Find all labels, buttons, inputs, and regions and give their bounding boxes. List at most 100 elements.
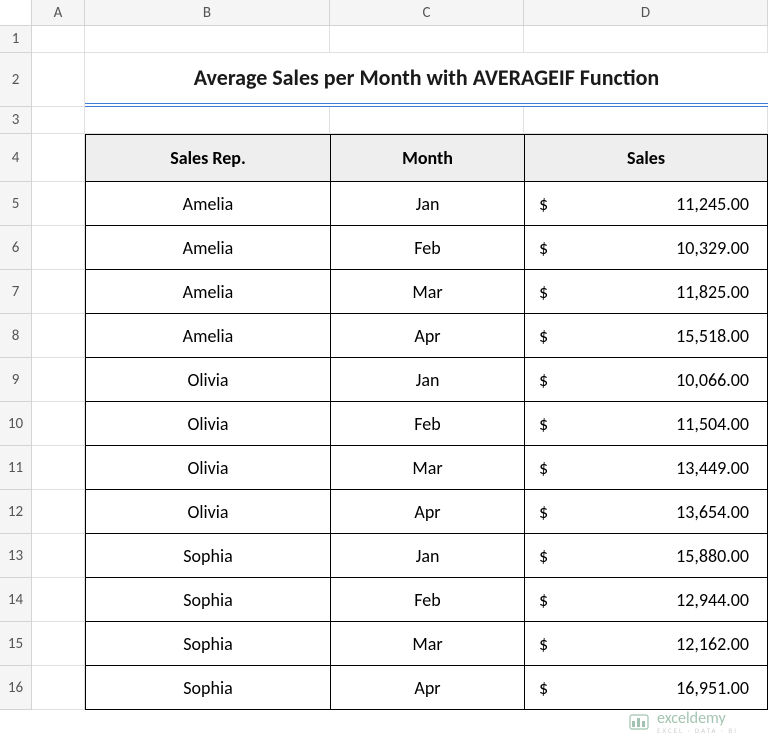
row-header-6[interactable]: 6 [0,226,32,270]
table-cell-month[interactable]: Feb [330,402,524,446]
table-cell-sales[interactable]: $11,245.00 [524,182,768,226]
table-cell-rep[interactable]: Sophia [85,622,330,666]
table-cell-rep[interactable]: Olivia [85,446,330,490]
row-header-2[interactable]: 2 [0,53,32,107]
table-cell-rep[interactable]: Amelia [85,226,330,270]
sales-amount: 15,518.00 [676,325,755,347]
table-cell-rep[interactable]: Amelia [85,314,330,358]
table-cell-month[interactable]: Apr [330,314,524,358]
currency-symbol: $ [537,633,548,655]
table-cell-rep[interactable]: Sophia [85,666,330,710]
table-cell-sales[interactable]: $15,518.00 [524,314,768,358]
table-cell-rep[interactable]: Amelia [85,182,330,226]
row-header-4[interactable]: 4 [0,134,32,182]
cell-A4[interactable] [32,134,85,182]
sales-amount: 11,825.00 [676,281,755,303]
currency-symbol: $ [537,501,548,523]
cell-A11[interactable] [32,446,85,490]
spreadsheet-grid: Average Sales per Month with AVERAGEIF F… [32,26,768,710]
sales-amount: 10,066.00 [676,369,755,391]
cell-C3[interactable] [330,107,524,134]
cell-A5[interactable] [32,182,85,226]
row-header-13[interactable]: 13 [0,534,32,578]
cell-B3[interactable] [85,107,330,134]
table-cell-rep[interactable]: Amelia [85,270,330,314]
table-cell-sales[interactable]: $15,880.00 [524,534,768,578]
table-cell-month[interactable]: Mar [330,270,524,314]
table-cell-month[interactable]: Mar [330,622,524,666]
col-header-A[interactable]: A [32,0,85,26]
row-header-1[interactable]: 1 [0,26,32,53]
cell-A12[interactable] [32,490,85,534]
table-cell-sales[interactable]: $11,825.00 [524,270,768,314]
row-header-7[interactable]: 7 [0,270,32,314]
row-header-12[interactable]: 12 [0,490,32,534]
table-cell-rep[interactable]: Sophia [85,534,330,578]
sales-amount: 12,944.00 [676,589,755,611]
cell-B1[interactable] [85,26,330,53]
table-cell-month[interactable]: Jan [330,182,524,226]
table-cell-rep[interactable]: Sophia [85,578,330,622]
row-header-9[interactable]: 9 [0,358,32,402]
sales-amount: 12,162.00 [676,633,755,655]
table-cell-sales[interactable]: $11,504.00 [524,402,768,446]
row-header-5[interactable]: 5 [0,182,32,226]
row-headers: 12345678910111213141516 [0,26,32,710]
table-cell-month[interactable]: Jan [330,358,524,402]
select-all-corner[interactable] [0,0,32,26]
cell-A15[interactable] [32,622,85,666]
cell-A1[interactable] [32,26,85,53]
row-header-8[interactable]: 8 [0,314,32,358]
cell-D3[interactable] [524,107,768,134]
table-cell-sales[interactable]: $12,162.00 [524,622,768,666]
table-cell-sales[interactable]: $12,944.00 [524,578,768,622]
cell-A14[interactable] [32,578,85,622]
watermark-brand: exceldemy [657,711,738,727]
row-header-3[interactable]: 3 [0,107,32,134]
cell-A10[interactable] [32,402,85,446]
cell-A2[interactable] [32,53,85,107]
table-header-sales[interactable]: Sales [524,134,768,182]
currency-symbol: $ [537,413,548,435]
table-cell-rep[interactable]: Olivia [85,402,330,446]
watermark-sub: EXCEL · DATA · BI [657,727,738,734]
table-cell-sales[interactable]: $16,951.00 [524,666,768,710]
cell-A7[interactable] [32,270,85,314]
row-header-16[interactable]: 16 [0,666,32,710]
cell-A13[interactable] [32,534,85,578]
table-cell-month[interactable]: Mar [330,446,524,490]
table-cell-sales[interactable]: $10,329.00 [524,226,768,270]
cell-A9[interactable] [32,358,85,402]
currency-symbol: $ [537,677,548,699]
cell-D1[interactable] [524,26,768,53]
row-header-14[interactable]: 14 [0,578,32,622]
cell-C1[interactable] [330,26,524,53]
cell-A8[interactable] [32,314,85,358]
table-cell-rep[interactable]: Olivia [85,490,330,534]
table-cell-sales[interactable]: $13,654.00 [524,490,768,534]
cell-A3[interactable] [32,107,85,134]
table-cell-rep[interactable]: Olivia [85,358,330,402]
table-cell-month[interactable]: Apr [330,666,524,710]
col-header-C[interactable]: C [330,0,524,26]
table-cell-month[interactable]: Feb [330,226,524,270]
currency-symbol: $ [537,457,548,479]
cell-A6[interactable] [32,226,85,270]
row-header-11[interactable]: 11 [0,446,32,490]
sales-amount: 10,329.00 [676,237,755,259]
table-header-month[interactable]: Month [330,134,524,182]
page-title[interactable]: Average Sales per Month with AVERAGEIF F… [85,53,768,107]
table-cell-month[interactable]: Apr [330,490,524,534]
col-header-B[interactable]: B [85,0,330,26]
row-header-15[interactable]: 15 [0,622,32,666]
table-cell-month[interactable]: Jan [330,534,524,578]
table-cell-sales[interactable]: $13,449.00 [524,446,768,490]
row-header-10[interactable]: 10 [0,402,32,446]
table-header-rep[interactable]: Sales Rep. [85,134,330,182]
table-cell-month[interactable]: Feb [330,578,524,622]
currency-symbol: $ [537,325,548,347]
currency-symbol: $ [537,545,548,567]
table-cell-sales[interactable]: $10,066.00 [524,358,768,402]
col-header-D[interactable]: D [524,0,768,26]
cell-A16[interactable] [32,666,85,710]
